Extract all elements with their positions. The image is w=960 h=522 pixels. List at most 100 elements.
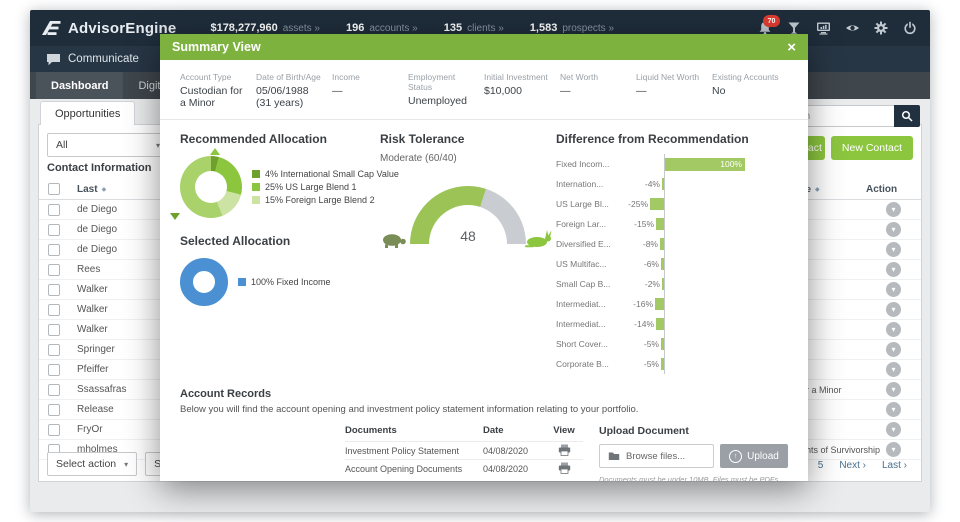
close-icon[interactable]: ×: [787, 40, 796, 55]
chevron-down-icon: ▾: [891, 404, 896, 414]
bar-label: Fixed Incom...: [556, 159, 610, 169]
field-value: —: [636, 85, 647, 97]
summary-field: Date of Birth/Age 05/06/1988 (31 years): [256, 72, 332, 109]
document-rows: Investment Policy Statement 04/08/2020 A…: [345, 441, 583, 477]
summary-field: Income —: [332, 72, 408, 109]
difference-bar-row: Corporate B... -5%: [556, 354, 788, 374]
row-action-button[interactable]: ▾: [886, 202, 901, 217]
row-checkbox[interactable]: [48, 343, 60, 356]
bar-label: US Multifac...: [556, 259, 607, 269]
field-value: Unemployed: [408, 95, 467, 107]
search-button[interactable]: [894, 105, 920, 127]
topbar-stat[interactable]: 135 clients »: [444, 22, 504, 34]
chevron-down-icon: ▾: [891, 284, 896, 294]
bar-label: Small Cap B...: [556, 279, 611, 289]
legend-label: 15% Foreign Large Blend 2: [265, 195, 375, 205]
next-page-button[interactable]: Next ›: [833, 457, 872, 474]
row-checkbox[interactable]: [48, 203, 60, 216]
sort-icon: ◆: [815, 187, 820, 193]
bar: [656, 218, 664, 230]
bar-label: Short Cover...: [556, 339, 608, 349]
summary-view-modal: Summary View × Account Type Custodian fo…: [160, 34, 808, 484]
row-action-button[interactable]: ▾: [886, 302, 901, 317]
row-action-button[interactable]: ▾: [886, 262, 901, 277]
printer-icon[interactable]: [558, 462, 571, 474]
row-action-button[interactable]: ▾: [886, 362, 901, 377]
communicate-label[interactable]: Communicate: [68, 53, 139, 65]
upload-button[interactable]: ↑ Upload: [720, 444, 788, 468]
bar: [655, 298, 664, 310]
column-header-type[interactable]: e ◆: [806, 184, 866, 194]
gear-icon[interactable]: [873, 20, 889, 36]
eye-icon[interactable]: [844, 20, 860, 36]
cell-last: Walker: [77, 284, 108, 295]
power-icon[interactable]: [902, 20, 918, 36]
topbar-stat[interactable]: 1,583 prospects »: [530, 22, 614, 34]
row-action-button[interactable]: ▾: [886, 422, 901, 437]
folder-icon: [608, 452, 620, 460]
row-checkbox[interactable]: [48, 263, 60, 276]
row-action-button[interactable]: ▾: [886, 222, 901, 237]
monitor-icon[interactable]: [815, 20, 831, 36]
row-checkbox[interactable]: [48, 243, 60, 256]
tab-dashboard[interactable]: Dashboard: [36, 72, 124, 99]
stat-label: assets »: [282, 23, 320, 34]
last-page-button[interactable]: Last ›: [876, 457, 913, 474]
column-header-last[interactable]: Last ◆: [77, 184, 162, 195]
row-checkbox[interactable]: [48, 363, 60, 376]
difference-title: Difference from Recommendation: [556, 132, 749, 146]
new-contact-button[interactable]: New Contact: [830, 136, 913, 160]
section-title: Contact Information: [47, 162, 152, 174]
printer-icon[interactable]: [558, 444, 571, 456]
row-action-button[interactable]: ▾: [886, 282, 901, 297]
cell-last: Release: [77, 404, 114, 415]
advisorengine-logo[interactable]: AdvisorEngine: [42, 20, 176, 37]
summary-field: Net Worth —: [560, 72, 636, 109]
filter-dropdown[interactable]: All ▾: [47, 133, 169, 157]
chevron-down-icon: ▾: [891, 384, 896, 394]
document-name: Account Opening Documents: [345, 463, 463, 474]
cell-last: Walker: [77, 324, 108, 335]
topbar-stat[interactable]: $178,277,960 assets »: [210, 22, 320, 34]
legend-item: 100% Fixed Income: [238, 277, 331, 287]
difference-bar-row: US Multifac... -6%: [556, 254, 788, 274]
bar: [650, 198, 664, 210]
legend-label: 25% US Large Blend 1: [265, 182, 357, 192]
row-action-button[interactable]: ▾: [886, 382, 901, 397]
row-checkbox[interactable]: [48, 423, 60, 436]
row-action-button[interactable]: ▾: [886, 242, 901, 257]
legend-item: 4% International Small Cap Value: [252, 169, 399, 179]
field-value: —: [332, 85, 343, 97]
field-label: Employment Status: [408, 72, 456, 92]
topbar-stat[interactable]: 196 accounts »: [346, 22, 418, 34]
field-label: Income: [332, 72, 360, 82]
row-action-button[interactable]: ▾: [886, 442, 901, 457]
select-all-checkbox[interactable]: [48, 183, 60, 195]
document-name: Investment Policy Statement: [345, 445, 460, 456]
difference-bar-row: Internation... -4%: [556, 174, 788, 194]
chevron-down-icon: ▾: [891, 244, 896, 254]
row-action-button[interactable]: ▾: [886, 322, 901, 337]
difference-bar-row: Short Cover... -5%: [556, 334, 788, 354]
row-checkbox[interactable]: [48, 303, 60, 316]
select-action-dropdown[interactable]: Select action ▾: [47, 452, 138, 476]
difference-bar-row: Small Cap B... -2%: [556, 274, 788, 294]
row-checkbox[interactable]: [48, 403, 60, 416]
browse-files-input[interactable]: Browse files...: [599, 444, 714, 468]
bar-label: Corporate B...: [556, 359, 609, 369]
field-value: Custodian for a Minor: [180, 85, 243, 109]
row-action-button[interactable]: ▾: [886, 342, 901, 357]
row-checkbox[interactable]: [48, 323, 60, 336]
row-checkbox[interactable]: [48, 223, 60, 236]
row-checkbox[interactable]: [48, 283, 60, 296]
page-number[interactable]: 5: [812, 457, 830, 474]
tab-opportunities[interactable]: Opportunities: [40, 101, 136, 125]
document-row: Investment Policy Statement 04/08/2020: [345, 441, 583, 459]
stat-value: 196: [346, 22, 365, 34]
row-action-button[interactable]: ▾: [886, 402, 901, 417]
documents-table: Documents Date View Investment Policy St…: [345, 425, 583, 484]
bar-value: -15%: [634, 219, 654, 229]
row-checkbox[interactable]: [48, 383, 60, 396]
account-records-section: Account Records Below you will find the …: [160, 374, 808, 484]
difference-column: Difference from Recommendation Fixed Inc…: [556, 132, 788, 374]
